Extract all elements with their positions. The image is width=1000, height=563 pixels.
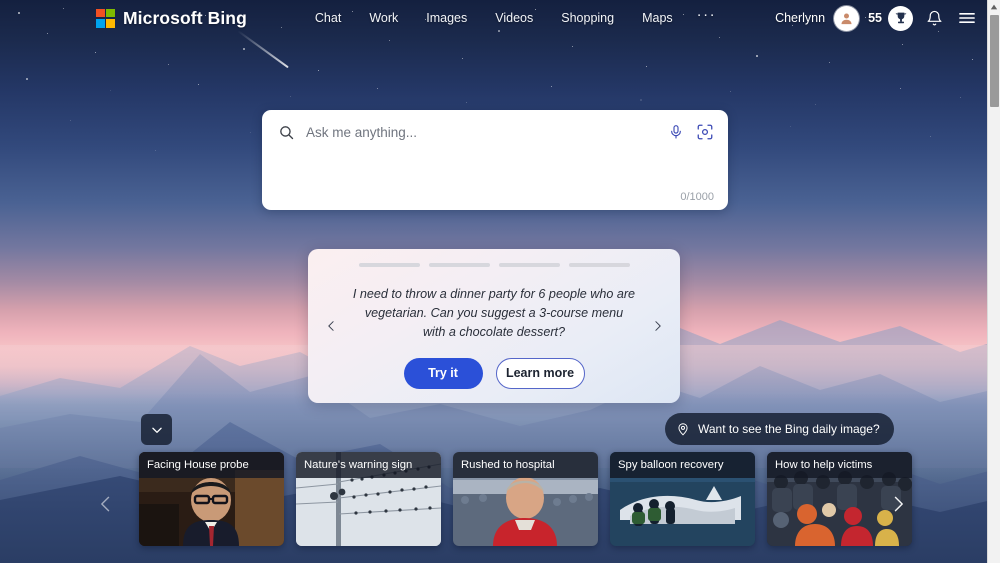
news-next-button[interactable]	[881, 484, 915, 524]
microsoft-logo-icon	[96, 8, 115, 28]
nav-item-chat[interactable]: Chat	[301, 7, 355, 29]
brand-name: Microsoft Bing	[123, 7, 247, 28]
main-menu-button[interactable]	[955, 6, 979, 30]
news-card[interactable]: Rushed to hospital	[453, 452, 598, 546]
chevron-left-icon	[101, 496, 110, 512]
news-headline: How to help victims	[767, 452, 912, 478]
scrollbar-up-button[interactable]	[988, 0, 1000, 13]
news-card[interactable]: Facing House probe	[139, 452, 284, 546]
suggestion-carousel-card: I need to throw a dinner party for 6 peo…	[308, 249, 680, 403]
location-pin-icon	[678, 423, 688, 436]
chevron-right-icon	[654, 321, 661, 331]
news-card[interactable]: Nature's warning sign	[296, 452, 441, 546]
try-it-button[interactable]: Try it	[403, 357, 483, 389]
chevron-down-icon	[151, 427, 162, 433]
account-area: Cherlynn 55	[775, 5, 987, 31]
search-input[interactable]	[306, 124, 668, 140]
username-label[interactable]: Cherlynn	[775, 11, 825, 25]
person-icon	[841, 13, 852, 24]
bing-homepage: Microsoft Bing Chat Work Images Videos S…	[0, 0, 1000, 563]
news-prev-button[interactable]	[89, 484, 123, 524]
scroll-up-arrow-icon	[990, 4, 998, 9]
microphone-icon[interactable]	[668, 123, 684, 141]
news-card[interactable]: Spy balloon recovery	[610, 452, 755, 546]
progress-segment-4[interactable]	[568, 263, 630, 267]
progress-segment-2[interactable]	[428, 263, 490, 267]
carousel-prev-button[interactable]	[320, 313, 342, 339]
search-box[interactable]: 0/1000	[262, 110, 728, 210]
nav-item-videos[interactable]: Videos	[481, 7, 547, 29]
nav-item-shopping[interactable]: Shopping	[547, 7, 628, 29]
news-headline: Rushed to hospital	[453, 452, 598, 478]
bell-icon	[927, 10, 941, 25]
suggestion-prompt-text: I need to throw a dinner party for 6 peo…	[352, 286, 636, 339]
search-actions	[668, 123, 714, 141]
top-navigation-bar: Microsoft Bing Chat Work Images Videos S…	[0, 0, 987, 36]
nav-item-maps[interactable]: Maps	[628, 7, 687, 29]
rewards-points: 55	[868, 11, 882, 25]
primary-nav: Chat Work Images Videos Shopping Maps ··…	[301, 7, 726, 29]
notifications-button[interactable]	[922, 6, 946, 30]
collapse-feed-button[interactable]	[141, 414, 172, 445]
learn-more-button[interactable]: Learn more	[495, 357, 585, 389]
news-headline: Spy balloon recovery	[610, 452, 755, 478]
scrollbar-thumb[interactable]	[990, 15, 999, 107]
nav-item-work[interactable]: Work	[355, 7, 412, 29]
chevron-left-icon	[327, 321, 334, 331]
progress-segment-3[interactable]	[498, 263, 560, 267]
search-row	[262, 110, 728, 154]
hamburger-menu-icon	[959, 13, 975, 23]
suggestion-buttons: Try it Learn more	[403, 357, 585, 389]
visual-search-icon[interactable]	[696, 123, 714, 141]
chevron-right-icon	[894, 496, 903, 512]
news-headline: Facing House probe	[139, 452, 284, 478]
search-icon[interactable]	[278, 124, 295, 141]
progress-segment-1[interactable]	[358, 263, 420, 267]
carousel-progress	[358, 263, 630, 267]
page-scrollbar[interactable]	[987, 0, 1000, 563]
trophy-icon	[895, 12, 906, 24]
carousel-next-button[interactable]	[646, 313, 668, 339]
character-counter: 0/1000	[680, 191, 714, 203]
news-carousel: Facing House probe Nature's warning sign…	[139, 452, 912, 546]
nav-item-images[interactable]: Images	[412, 7, 481, 29]
avatar[interactable]	[834, 5, 860, 31]
news-headline: Nature's warning sign	[296, 452, 441, 478]
bing-daily-image-button[interactable]: Want to see the Bing daily image?	[665, 413, 894, 445]
nav-more-icon[interactable]: ···	[687, 7, 727, 28]
bing-logo-link[interactable]: Microsoft Bing	[96, 8, 247, 29]
rewards-trophy-button[interactable]	[888, 5, 913, 31]
daily-image-label: Want to see the Bing daily image?	[698, 422, 880, 436]
